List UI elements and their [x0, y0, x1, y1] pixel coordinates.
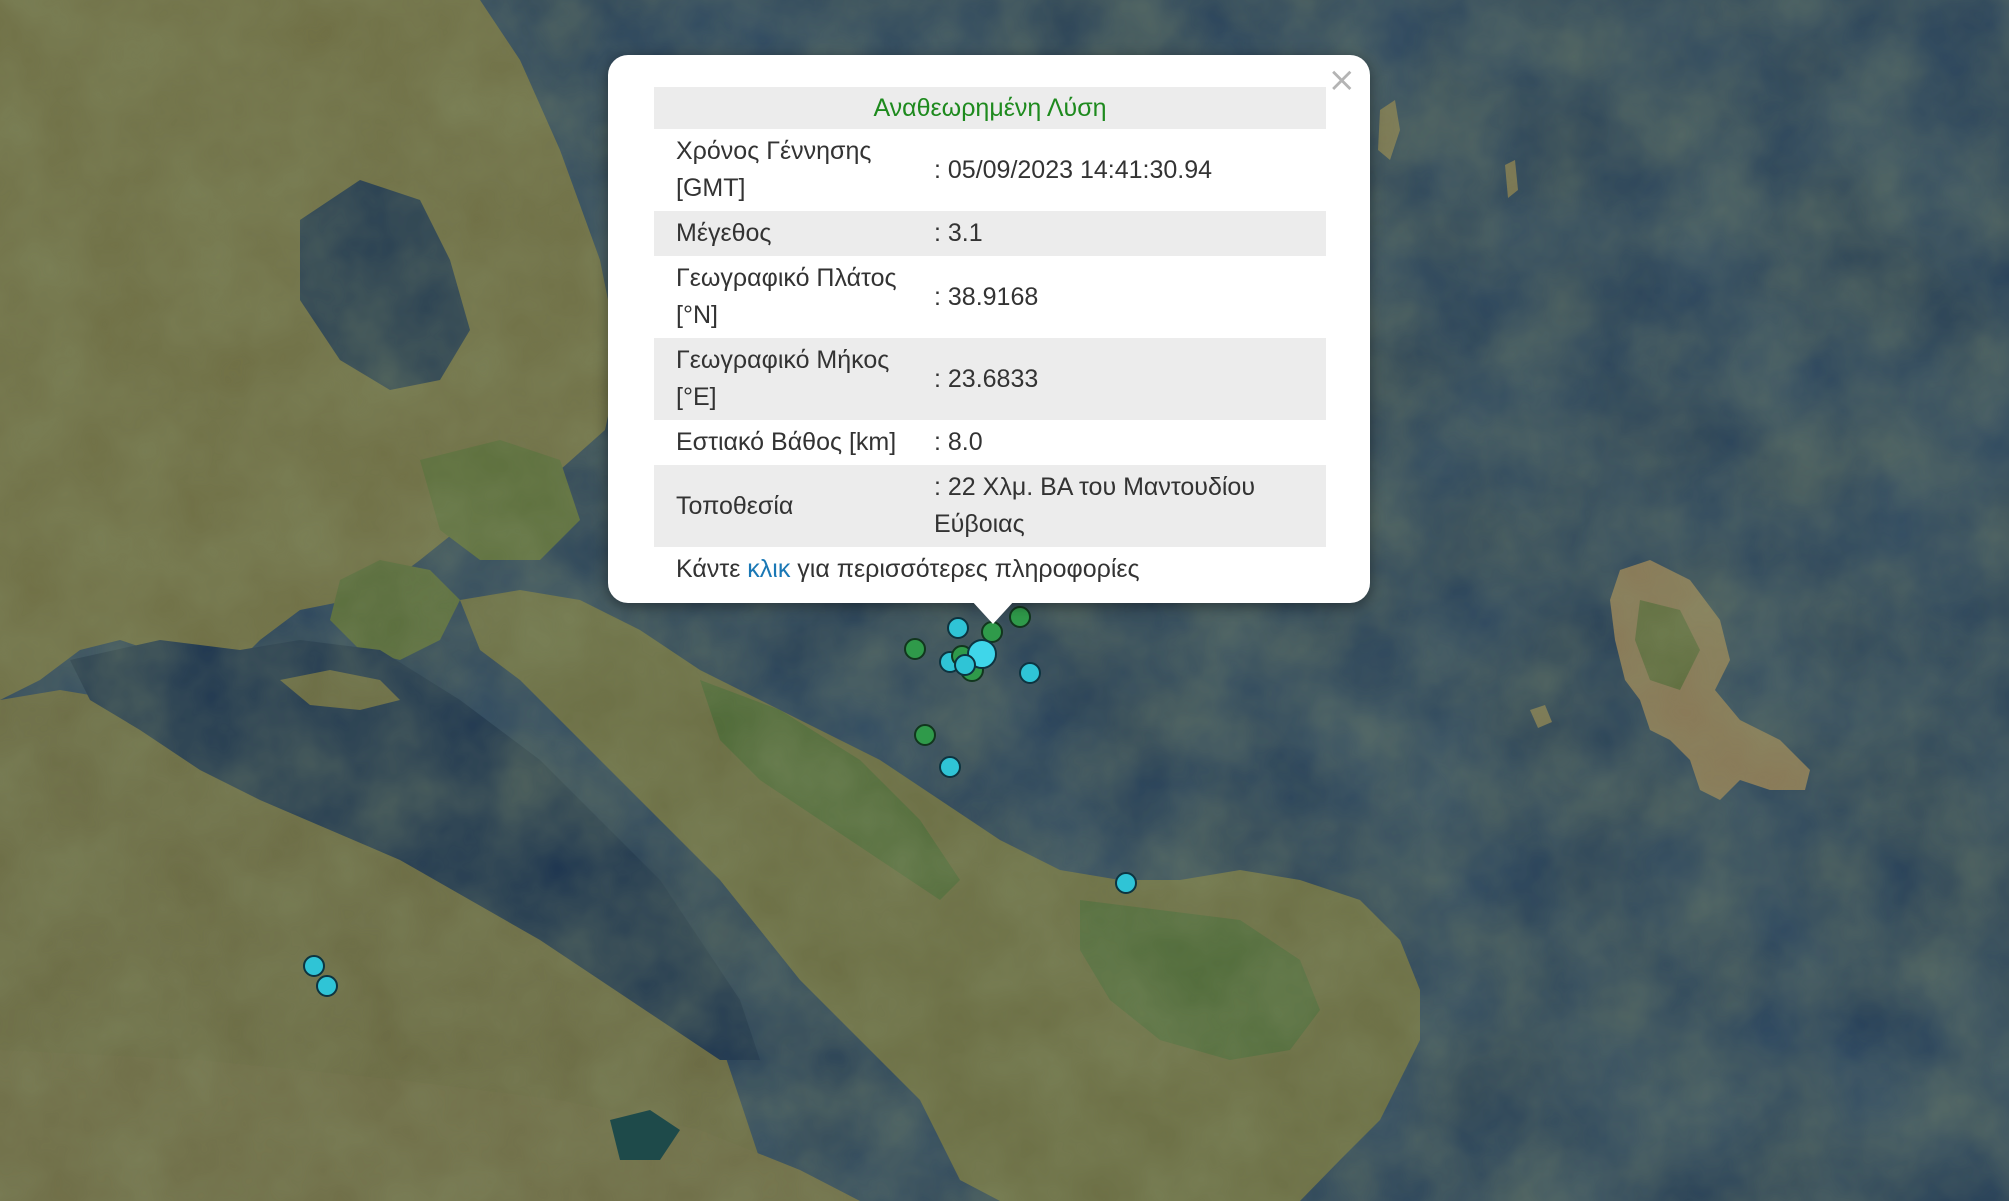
- row-label: Τοποθεσία: [654, 465, 934, 547]
- event-details-table: Χρόνος Γέννησης [GMT] : 05/09/2023 14:41…: [654, 129, 1326, 547]
- row-value: : 23.6833: [934, 338, 1326, 420]
- row-label: Χρόνος Γέννησης [GMT]: [676, 137, 872, 202]
- row-label: Γεωγραφικό Πλάτος [°N]: [676, 264, 897, 329]
- earthquake-marker[interactable]: [914, 724, 936, 746]
- earthquake-marker[interactable]: [904, 638, 926, 660]
- earthquake-marker[interactable]: [1115, 872, 1137, 894]
- row-value: : 05/09/2023 14:41:30.94: [934, 155, 1213, 184]
- earthquake-info-popup: × Αναθεωρημένη Λύση Χρόνος Γέννησης [GMT…: [608, 55, 1370, 603]
- popup-footer: Κάντε κλικ για περισσότερες πληροφορίες: [654, 549, 1326, 589]
- close-icon[interactable]: ×: [1328, 63, 1357, 97]
- row-value: : 38.9168: [934, 282, 1039, 311]
- earthquake-marker[interactable]: [954, 654, 976, 676]
- earthquake-marker[interactable]: [1019, 662, 1041, 684]
- table-row: Εστιακό Βάθος [km] : 8.0: [654, 420, 1326, 465]
- earthquake-marker[interactable]: [981, 621, 1003, 643]
- row-value: : 3.1: [934, 211, 1326, 256]
- more-info-link[interactable]: κλικ: [747, 555, 790, 583]
- popup-content: Αναθεωρημένη Λύση Χρόνος Γέννησης [GMT] …: [654, 87, 1326, 589]
- table-row: Μέγεθος : 3.1: [654, 211, 1326, 256]
- popup-pointer: [971, 600, 1015, 624]
- earthquake-marker[interactable]: [303, 955, 325, 977]
- earthquake-marker[interactable]: [939, 756, 961, 778]
- table-row: Χρόνος Γέννησης [GMT] : 05/09/2023 14:41…: [654, 129, 1326, 211]
- table-row: Γεωγραφικό Μήκος [°E] : 23.6833: [654, 338, 1326, 420]
- table-row: Γεωγραφικό Πλάτος [°N] : 38.9168: [654, 256, 1326, 338]
- row-label: Μέγεθος: [654, 211, 934, 256]
- earthquake-marker[interactable]: [947, 617, 969, 639]
- row-value: : 22 Χλμ. ΒΑ του Μαντουδίου Εύβοιας: [934, 465, 1326, 547]
- popup-heading: Αναθεωρημένη Λύση: [654, 87, 1326, 129]
- footer-text-after: για περισσότερες πληροφορίες: [790, 555, 1140, 583]
- earthquake-marker[interactable]: [316, 975, 338, 997]
- row-value: : 8.0: [934, 428, 983, 456]
- row-label: Εστιακό Βάθος [km]: [676, 428, 897, 456]
- row-label: Γεωγραφικό Μήκος [°E]: [654, 338, 934, 420]
- table-row: Τοποθεσία : 22 Χλμ. ΒΑ του Μαντουδίου Εύ…: [654, 465, 1326, 547]
- footer-text-before: Κάντε: [676, 555, 748, 583]
